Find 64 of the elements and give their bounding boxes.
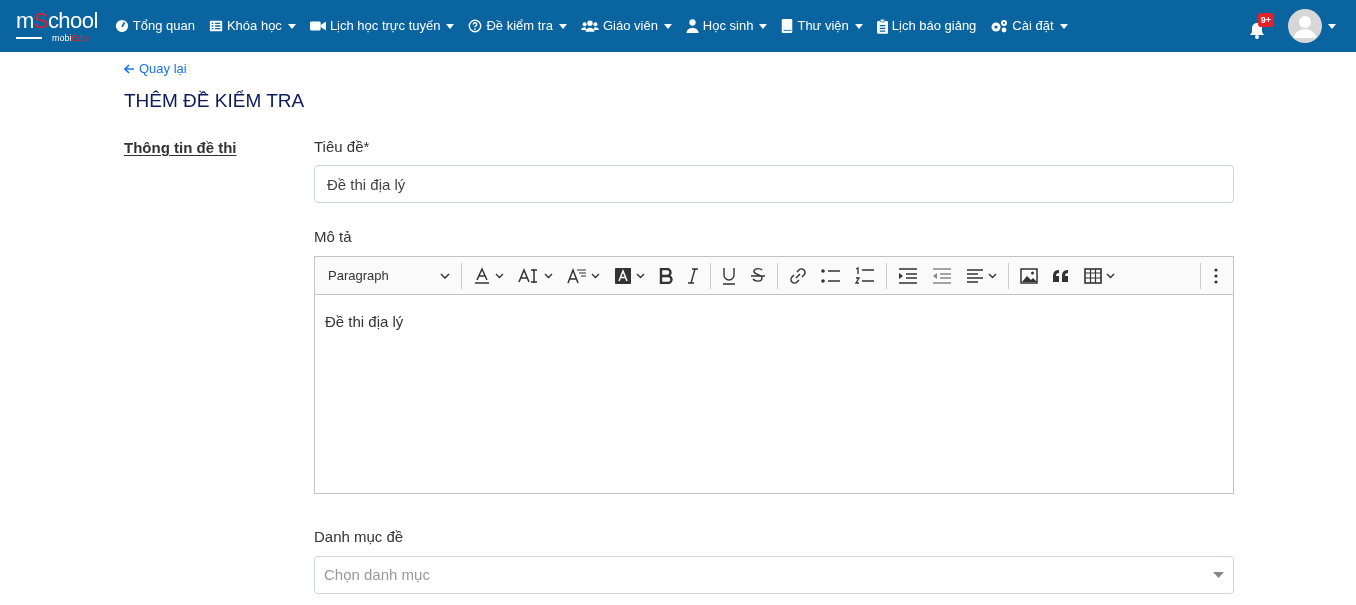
- nav-link[interactable]: Khóa học: [201, 16, 303, 36]
- user-icon: [685, 19, 699, 33]
- logo-text: mSchool: [16, 9, 98, 32]
- align-left-icon: [966, 267, 984, 284]
- nav-link[interactable]: Tổng quan: [107, 16, 202, 36]
- bell-icon: [1249, 22, 1265, 39]
- vertical-dots-icon: [1214, 267, 1218, 284]
- table-icon: [1084, 267, 1102, 284]
- select-placeholder: Chọn danh mục: [324, 564, 430, 585]
- help-icon: [468, 19, 483, 33]
- chevron-down-icon: [636, 272, 645, 279]
- nav-link[interactable]: Thư viện: [774, 16, 870, 36]
- title-input[interactable]: Đề thi địa lý: [314, 165, 1234, 203]
- notification-button[interactable]: 9+: [1249, 13, 1274, 39]
- underline-icon: [722, 266, 736, 285]
- notification-badge: 9+: [1257, 13, 1274, 27]
- heading-dropdown[interactable]: Paragraph: [321, 260, 457, 291]
- chevron-down-icon: [440, 272, 450, 279]
- user-menu-button[interactable]: [1288, 9, 1336, 43]
- image-icon: [1020, 267, 1038, 284]
- avatar-icon: [1288, 9, 1322, 43]
- video-camera-icon: [309, 20, 326, 32]
- nav-link[interactable]: Lịch học trực tuyến: [302, 16, 462, 36]
- caret-icon: [1328, 23, 1336, 29]
- highlight-icon: [614, 266, 632, 285]
- chevron-down-icon: [988, 272, 997, 279]
- editor-text: Đề thi địa lý: [325, 312, 405, 332]
- chevron-down-icon: [495, 272, 504, 279]
- bold-icon: [659, 267, 673, 284]
- list-icon: [208, 19, 223, 33]
- back-link[interactable]: Quay lại: [124, 60, 1234, 78]
- italic-icon: [687, 267, 699, 284]
- quote-icon: [1052, 268, 1070, 283]
- field-label: Danh mục đề: [314, 527, 405, 547]
- outdent-icon: [932, 267, 952, 284]
- chevron-down-icon: [1106, 272, 1115, 279]
- link-icon: [789, 266, 807, 285]
- arrow-left-icon: [124, 64, 135, 74]
- nav-link[interactable]: Lịch báo giảng: [869, 16, 984, 36]
- clipboard-icon: [876, 18, 888, 34]
- logo[interactable]: mSchool mobiEdu: [16, 9, 98, 43]
- editor-content-area[interactable]: Đề thi địa lý: [315, 295, 1233, 493]
- section-label: Thông tin đề thi: [124, 139, 237, 156]
- book-icon: [781, 19, 794, 33]
- indent-icon: [898, 267, 918, 284]
- nav-link[interactable]: Giáo viên: [573, 16, 679, 36]
- caret-icon: [1213, 572, 1224, 578]
- font-family-icon: [567, 266, 587, 285]
- field-label: Tiêu đề*: [314, 137, 371, 157]
- chevron-down-icon: [544, 272, 553, 279]
- numbered-list-icon: [855, 266, 875, 285]
- strikethrough-icon: [750, 266, 766, 285]
- field-label: Mô tả: [314, 227, 353, 247]
- users-icon: [580, 20, 599, 32]
- font-color-icon: [473, 266, 491, 285]
- bulleted-list-icon: [821, 267, 841, 284]
- page-title: THÊM ĐỀ KIỂM TRA: [124, 89, 306, 113]
- chevron-down-icon: [591, 272, 600, 279]
- nav-link[interactable]: Cài đặt: [983, 16, 1075, 36]
- logo-subtext: mobiEdu: [52, 33, 88, 43]
- font-size-icon: [518, 266, 540, 285]
- nav-link[interactable]: Học sinh: [678, 16, 775, 36]
- gauge-icon: [114, 19, 129, 33]
- nav-link[interactable]: Đề kiểm tra: [461, 16, 574, 36]
